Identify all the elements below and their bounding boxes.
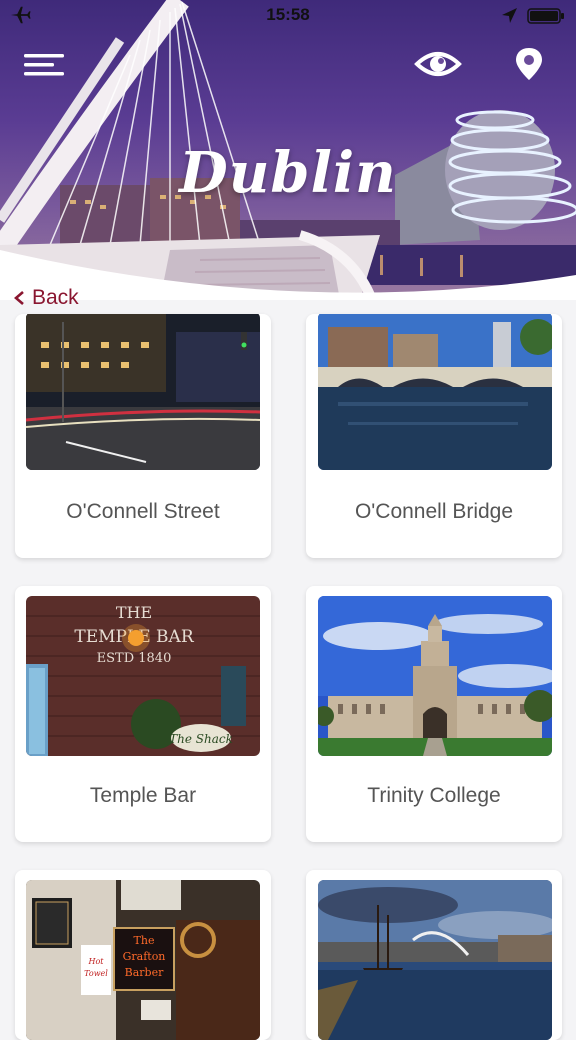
- back-label: Back: [32, 286, 79, 309]
- place-image: [318, 596, 552, 756]
- city-title: Dublin: [179, 140, 397, 206]
- svg-text:Towel: Towel: [84, 969, 108, 978]
- place-image: [318, 314, 552, 470]
- place-card-6[interactable]: [306, 870, 562, 1040]
- status-time: 15:58: [266, 5, 310, 24]
- status-bar: 15:58: [0, 0, 576, 32]
- place-card-trinity-college[interactable]: Trinity College: [306, 586, 562, 842]
- back-button[interactable]: Back: [12, 286, 79, 310]
- svg-text:The: The: [134, 934, 155, 947]
- svg-text:The Shack: The Shack: [169, 732, 233, 746]
- location-arrow-icon: [502, 8, 517, 23]
- svg-text:ESTD 1840: ESTD 1840: [97, 651, 172, 666]
- place-card-oconnell-bridge[interactable]: O'Connell Bridge: [306, 314, 562, 558]
- chevron-left-icon: [14, 291, 24, 305]
- place-image: THE TEMPLE BAR ESTD 1840 The Shack: [26, 596, 260, 756]
- svg-text:Hot: Hot: [87, 957, 104, 966]
- place-name: O'Connell Street: [66, 500, 220, 523]
- eye-icon[interactable]: [414, 46, 462, 82]
- place-card-temple-bar[interactable]: THE TEMPLE BAR ESTD 1840 The Shack Templ…: [15, 586, 271, 842]
- place-name: Trinity College: [367, 784, 501, 807]
- place-name: Temple Bar: [89, 784, 197, 807]
- battery-icon: [527, 8, 564, 24]
- place-card-oconnell-street[interactable]: O'Connell Street: [15, 314, 271, 558]
- place-name: O'Connell Bridge: [354, 500, 514, 523]
- map-pin-icon[interactable]: [514, 46, 544, 82]
- svg-text:Grafton: Grafton: [123, 950, 166, 963]
- svg-text:THE: THE: [116, 603, 152, 622]
- place-image: [318, 880, 552, 1040]
- header-banner: 15:58 Dublin: [0, 0, 576, 300]
- svg-text:Barber: Barber: [125, 966, 164, 979]
- menu-icon[interactable]: [24, 50, 66, 80]
- place-image: [26, 314, 260, 470]
- place-image: Hot Towel The Grafton Barber: [26, 880, 260, 1040]
- place-card-5[interactable]: Hot Towel The Grafton Barber: [15, 870, 271, 1040]
